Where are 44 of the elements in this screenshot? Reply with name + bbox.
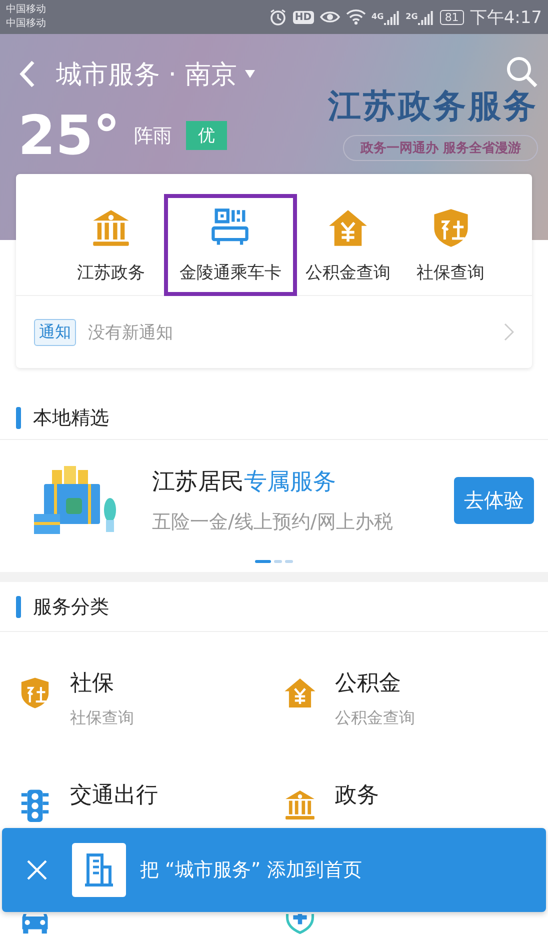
network-type: 2G — [406, 12, 418, 20]
service-subtitle: 公积金查询 — [335, 708, 415, 729]
chevron-right-icon — [504, 323, 514, 341]
signal-icon — [418, 9, 434, 25]
add-to-home-text: 把 “城市服务” 添加到首页 — [140, 858, 362, 883]
section-title: 本地精选 — [33, 406, 109, 430]
dropdown-caret-icon[interactable] — [244, 70, 255, 78]
signal-icon — [384, 9, 400, 25]
eye-icon — [320, 10, 340, 24]
search-icon[interactable] — [506, 56, 538, 88]
house-yen-icon — [283, 676, 317, 710]
promo-title: 江苏居民专属服务 — [152, 468, 337, 496]
promo-subtitle: 五险一金/线上预约/网上办税 — [152, 510, 394, 534]
shortcut-item[interactable]: 社保查询 — [399, 194, 502, 296]
medical-cross-icon — [283, 914, 317, 934]
service-title[interactable]: 交通出行 — [70, 780, 158, 810]
banner-slogan: 政务一网通办 服务全省漫游 — [343, 135, 538, 161]
alarm-icon — [268, 8, 287, 26]
banner-title: 江苏政务服务 — [328, 85, 538, 127]
section-marker — [16, 596, 21, 618]
temperature: 25° — [18, 104, 120, 167]
service-title[interactable]: 公积金 — [335, 668, 415, 698]
notice-tag: 通知 — [34, 318, 76, 346]
section-title: 服务分类 — [33, 594, 109, 620]
bank-icon — [283, 788, 317, 822]
carrier-name: 中国移动 — [6, 3, 46, 17]
shortcut-item[interactable]: 金陵通乘车卡 — [164, 194, 297, 296]
carrier-name: 中国移动 — [6, 17, 46, 31]
weather-condition: 阵雨 — [134, 124, 172, 148]
section-marker — [16, 406, 21, 428]
notice-text: 没有新通知 — [88, 322, 174, 344]
shortcut-item[interactable]: 公积金查询 — [296, 194, 400, 296]
battery-level: 81 — [440, 10, 464, 24]
air-quality-badge: 优 — [186, 121, 228, 150]
service-title[interactable]: 社保 — [70, 668, 134, 698]
service-subtitle: 社保查询 — [70, 708, 134, 729]
close-icon[interactable] — [26, 859, 48, 881]
shortcut-item[interactable]: 江苏政务 — [58, 194, 164, 296]
service-title[interactable]: 政务 — [335, 780, 379, 810]
network-type: 4G — [372, 12, 384, 20]
wifi-icon — [346, 9, 366, 25]
building-icon — [72, 843, 126, 897]
clock-time: 下午4:17 — [470, 6, 542, 28]
hd-indicator: HD — [292, 10, 314, 24]
